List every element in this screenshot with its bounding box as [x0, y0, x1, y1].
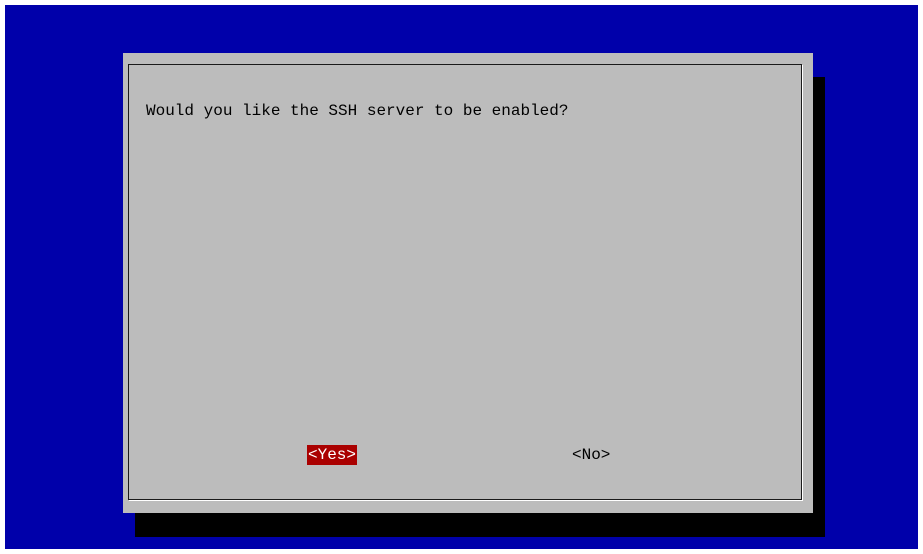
no-button[interactable]: <No> [571, 445, 611, 465]
dialog-frame [128, 64, 802, 500]
terminal-screen: Would you like the SSH server to be enab… [5, 5, 918, 549]
yes-no-dialog: Would you like the SSH server to be enab… [123, 53, 813, 513]
dialog-question: Would you like the SSH server to be enab… [146, 102, 569, 120]
yes-button[interactable]: <Yes> [307, 445, 358, 465]
